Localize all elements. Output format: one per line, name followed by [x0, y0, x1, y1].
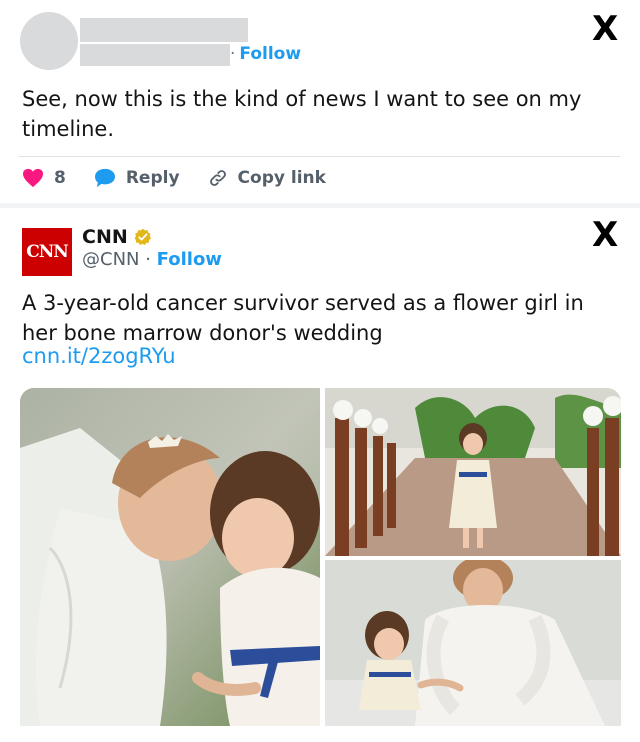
x-logo-icon[interactable]: X [592, 218, 618, 252]
author-handle: @CNN · Follow [82, 249, 222, 270]
reply-label: Reply [125, 168, 180, 188]
blurred-avatar[interactable] [20, 12, 78, 70]
copy-link-button[interactable]: Copy link [208, 168, 326, 188]
tweet-text: A 3-year-old cancer survivor served as a… [22, 291, 584, 345]
divider [18, 156, 620, 157]
reply-button[interactable]: Reply [94, 168, 180, 188]
photo-bride-and-flower-girl[interactable] [20, 388, 320, 726]
blurred-display-name [80, 18, 248, 42]
verified-badge-icon [134, 228, 152, 246]
copy-link-label: Copy link [237, 168, 326, 188]
tweet-text: See, now this is the kind of news I want… [22, 87, 582, 141]
photo-bride-and-girl-sitting[interactable] [325, 560, 621, 726]
photo-flower-girl-aisle[interactable] [325, 388, 621, 556]
link-icon [209, 170, 226, 186]
author-name[interactable]: CNN [82, 226, 152, 248]
like-button[interactable]: 8 [22, 168, 66, 188]
tweet-link[interactable]: cnn.it/2zogRYu [22, 344, 176, 368]
x-logo-icon[interactable]: X [592, 12, 618, 46]
tweet-actions: 8 Reply Copy link [22, 168, 354, 188]
blurred-handle [80, 44, 230, 66]
heart-icon [23, 168, 43, 188]
cnn-avatar-logo[interactable]: CNN [22, 228, 72, 276]
follow-button[interactable]: Follow [157, 249, 222, 270]
follow-button[interactable]: · Follow [230, 44, 301, 64]
speech-bubble-icon [94, 168, 115, 188]
like-count: 8 [54, 168, 66, 188]
